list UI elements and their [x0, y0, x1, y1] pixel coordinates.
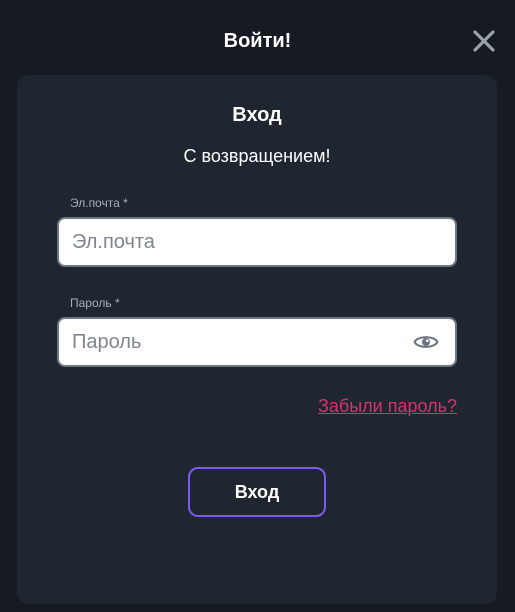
- card-heading: Вход: [232, 104, 282, 126]
- login-submit-button[interactable]: Вход: [188, 467, 326, 517]
- card-subheading: С возвращением!: [183, 146, 331, 166]
- modal-title: Войти!: [223, 30, 292, 52]
- login-card: Вход С возвращением! Эл.почта * Пароль *…: [17, 75, 497, 604]
- close-icon: [473, 30, 495, 52]
- close-button[interactable]: [471, 28, 497, 54]
- login-modal: Войти! Вход С возвращением! Эл.почта * П…: [0, 0, 515, 612]
- show-password-button[interactable]: [413, 332, 439, 352]
- email-field[interactable]: [59, 219, 455, 265]
- email-label: Эл.почта *: [70, 196, 128, 210]
- password-field-box: [57, 317, 457, 367]
- email-field-box: [57, 217, 457, 267]
- password-label: Пароль *: [70, 296, 120, 310]
- password-field[interactable]: [59, 319, 455, 365]
- eye-icon: [413, 336, 439, 348]
- forgot-password-link[interactable]: Забыли пароль?: [318, 395, 457, 417]
